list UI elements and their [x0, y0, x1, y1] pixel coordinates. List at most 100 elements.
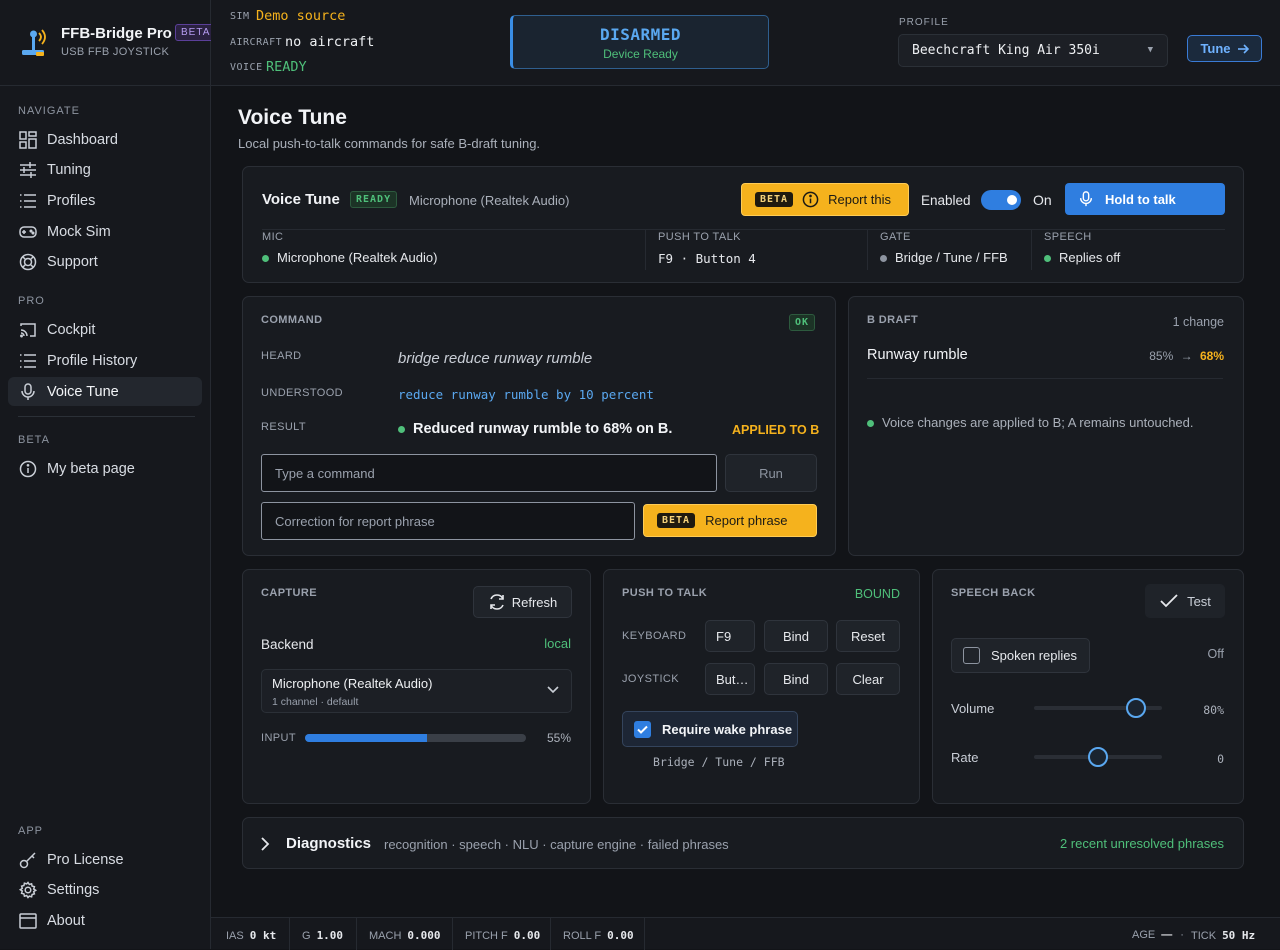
status-dot [867, 420, 874, 428]
cast-icon [18, 320, 38, 340]
report-phrase-button[interactable]: BETA Report phrase [643, 504, 817, 537]
sidebar-item-dashboard[interactable]: Dashboard [8, 125, 202, 154]
correction-input[interactable]: Correction for report phrase [261, 502, 635, 540]
mach-value: 0.000 [407, 929, 441, 942]
lifebuoy-icon [18, 252, 38, 272]
hold-to-talk-button[interactable]: Hold to talk [1065, 183, 1225, 215]
roll-readout: ROLL F 0.00 [563, 929, 634, 942]
tune-button[interactable]: Tune [1187, 35, 1262, 62]
roll-value: 0.00 [607, 929, 634, 942]
aircraft-label: AIRCRAFT [230, 37, 283, 48]
draft-item-change: 85% → 68% [1149, 349, 1224, 363]
arrow-right-icon: → [1180, 349, 1193, 363]
keyboard-key-value: F9 [716, 628, 732, 644]
divider [550, 918, 551, 950]
sidebar-item-label: Dashboard [47, 131, 118, 148]
info-icon [18, 459, 38, 479]
status-dot [1044, 255, 1051, 263]
divider [1031, 229, 1032, 270]
result-label: RESULT [261, 421, 306, 433]
page-subtitle: Local push-to-talk commands for safe B-d… [238, 136, 541, 151]
diagnostics-panel[interactable]: Diagnostics recognition · speech · NLU ·… [242, 817, 1244, 869]
toggle-knob [1007, 195, 1017, 205]
change-count: 1 change [1172, 315, 1224, 329]
sidebar-item-tuning[interactable]: Tuning [8, 155, 202, 184]
diagnostics-subtitle: recognition · speech · NLU · capture eng… [384, 837, 729, 852]
beta-badge: BETA [755, 192, 794, 207]
test-button[interactable]: Test [1145, 584, 1225, 618]
joystick-key-field[interactable]: But… [705, 663, 755, 695]
brand-subtitle: USB FFB JOYSTICK [61, 46, 170, 58]
report-this-button[interactable]: BETA Report this [741, 183, 909, 216]
sliders-icon [18, 160, 38, 180]
command-input[interactable]: Type a command [261, 454, 717, 492]
topbar: SIM Demo source AIRCRAFT no aircraft VOI… [211, 0, 1280, 86]
keyboard-reset-button[interactable]: Reset [836, 620, 900, 652]
rate-slider-handle[interactable] [1088, 747, 1108, 767]
sidebar-item-pro-license[interactable]: Pro License [8, 845, 202, 874]
reset-label: Reset [851, 628, 885, 644]
sidebar-item-label: Settings [47, 881, 100, 898]
gate-label: GATE [880, 231, 911, 243]
mic-label: MIC [262, 231, 284, 243]
joystick-label: JOYSTICK [622, 673, 679, 685]
divider [644, 918, 645, 950]
wake-phrase-checkbox[interactable]: Require wake phrase [622, 711, 798, 747]
sidebar-item-settings[interactable]: Settings [8, 875, 202, 904]
run-button[interactable]: Run [725, 454, 817, 492]
joystick-bind-button[interactable]: Bind [764, 663, 828, 695]
sidebar-item-about[interactable]: About [8, 906, 202, 935]
sidebar-item-mock-sim[interactable]: Mock Sim [8, 217, 202, 246]
gate-value-text: Bridge / Tune / FFB [895, 250, 1008, 265]
spoken-replies-checkbox[interactable]: Spoken replies [951, 638, 1090, 673]
capture-title: CAPTURE [261, 587, 317, 599]
joystick-logo-icon [22, 29, 46, 56]
g-label: G [302, 930, 311, 942]
keyboard-key-field[interactable]: F9 [705, 620, 755, 652]
key-icon [18, 850, 38, 870]
sidebar-item-label: Voice Tune [47, 383, 119, 400]
mach-label: MACH [369, 930, 402, 942]
ptt-title: PUSH TO TALK [622, 587, 708, 599]
enabled-toggle[interactable] [981, 190, 1021, 210]
pitch-readout: PITCH F 0.00 [465, 929, 540, 942]
command-title: COMMAND [261, 314, 323, 326]
nav-section-navigate: NAVIGATE [18, 105, 80, 117]
refresh-button[interactable]: Refresh [473, 586, 572, 618]
mic-value: Microphone (Realtek Audio) [262, 250, 437, 265]
volume-slider-handle[interactable] [1126, 698, 1147, 718]
grid-icon [18, 130, 38, 150]
tune-button-label: Tune [1200, 41, 1231, 56]
sidebar-item-profile-history[interactable]: Profile History [8, 346, 202, 375]
sidebar-item-my-beta-page[interactable]: My beta page [8, 454, 202, 483]
keyboard-label: KEYBOARD [622, 630, 687, 642]
tick-label: TICK [1191, 930, 1217, 942]
chevron-down-icon [547, 686, 559, 694]
volume-label: Volume [951, 701, 995, 716]
draft-note: Voice changes are applied to B; A remain… [867, 415, 1194, 430]
ias-readout: IAS 0 kt [226, 929, 276, 942]
toggle-state-label: On [1033, 192, 1052, 208]
sidebar-item-label: About [47, 912, 85, 929]
bind-label: Bind [782, 671, 810, 687]
arm-status-panel[interactable]: DISARMED Device Ready [510, 15, 769, 69]
b-draft-title: B DRAFT [867, 314, 919, 326]
keyboard-bind-button[interactable]: Bind [764, 620, 828, 652]
nav-section-pro: PRO [18, 295, 45, 307]
info-icon [802, 191, 819, 208]
roll-label: ROLL F [563, 930, 602, 942]
voice-device-name: Microphone (Realtek Audio) [409, 193, 570, 208]
joystick-clear-button[interactable]: Clear [836, 663, 900, 695]
sidebar: FFB-Bridge Pro BETA USB FFB JOYSTICK NAV… [0, 0, 217, 949]
sidebar-item-profiles[interactable]: Profiles [8, 186, 202, 215]
command-card: COMMAND OK HEARD bridge reduce runway ru… [242, 296, 836, 556]
profile-select[interactable]: Beechcraft King Air 350i ▼ [898, 34, 1168, 67]
capture-device-select[interactable]: Microphone (Realtek Audio) 1 channel · d… [261, 669, 572, 713]
mic-icon [18, 382, 38, 402]
sidebar-item-label: Profiles [47, 192, 96, 209]
sidebar-item-voice-tune[interactable]: Voice Tune [8, 377, 202, 406]
sidebar-item-support[interactable]: Support [8, 247, 202, 276]
brand-header: FFB-Bridge Pro BETA USB FFB JOYSTICK [0, 0, 217, 86]
sidebar-item-cockpit[interactable]: Cockpit [8, 315, 202, 344]
ok-badge: OK [789, 314, 816, 331]
